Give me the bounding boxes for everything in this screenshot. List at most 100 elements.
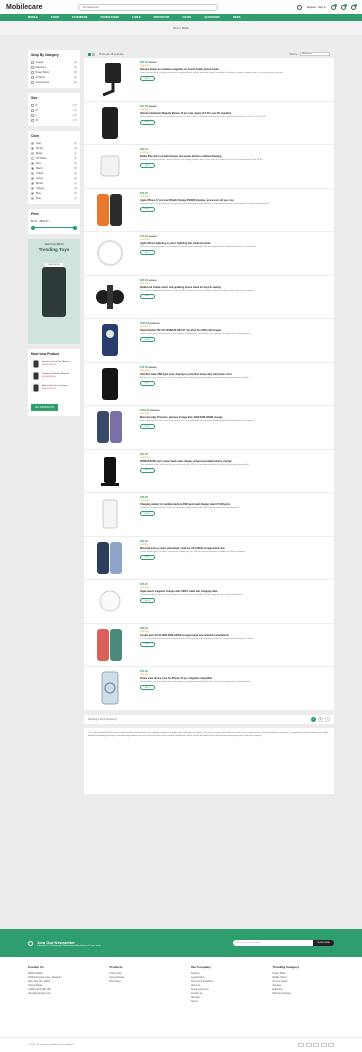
checkbox[interactable] — [31, 76, 34, 79]
product-image[interactable] — [88, 192, 132, 229]
color-swatch[interactable] — [31, 172, 34, 175]
page-link[interactable]: › — [325, 716, 330, 722]
nav-item[interactable]: PROTECTOR — [154, 16, 170, 19]
product-image[interactable] — [88, 583, 132, 620]
color-swatch[interactable] — [31, 182, 34, 185]
product-title[interactable]: OtterBox male USB-Type case, dual layer … — [140, 373, 330, 376]
checkbox[interactable] — [31, 71, 34, 74]
wishlist-icon[interactable] — [341, 3, 347, 10]
nav-item[interactable]: STAND — [51, 16, 59, 19]
footer-link[interactable]: Best sales — [110, 980, 172, 984]
add-to-cart-button[interactable]: ADD — [140, 250, 155, 255]
add-to-cart-button[interactable]: ADD — [140, 380, 155, 386]
checkbox[interactable] — [31, 66, 34, 69]
product-image[interactable] — [88, 105, 132, 142]
product-title[interactable]: Google pixel 9a 5G 8GB RAM 128GB storage… — [140, 634, 330, 637]
search-input[interactable]: All Categories — [78, 3, 218, 11]
page-link[interactable]: 2 — [318, 716, 323, 722]
add-to-cart-button[interactable]: ADD — [140, 76, 155, 81]
product-title[interactable]: Spiderlock mobile stand, anti-grabbing p… — [140, 286, 330, 289]
checkbox[interactable] — [31, 104, 34, 107]
price-slider[interactable] — [31, 225, 77, 230]
add-to-cart-button[interactable]: ADD — [140, 163, 155, 168]
nav-item[interactable]: EXTENDERS — [72, 16, 87, 19]
add-to-cart-button[interactable]: ADD — [140, 206, 155, 212]
list-view-icon[interactable] — [92, 52, 95, 56]
product-image[interactable] — [88, 366, 132, 403]
all-products-button[interactable]: ALL PRODUCTS — [31, 404, 59, 411]
color-swatch[interactable] — [31, 192, 34, 195]
color-swatch[interactable] — [31, 177, 34, 180]
logo[interactable]: Mobilecare — [6, 4, 60, 11]
product-title[interactable]: Belkin 65w usb-C pd wall charger, fast p… — [140, 155, 330, 158]
filter-option[interactable]: Pink (1) — [31, 196, 77, 201]
product-title[interactable]: Apple watch magnetic charger with USB-C … — [140, 590, 330, 593]
most-viewed-item[interactable]: Otterbox Defender Magsafe... $24.00 $40.0… — [31, 371, 77, 380]
nav-item[interactable]: COVER — [182, 16, 191, 19]
color-swatch[interactable] — [31, 142, 34, 145]
product-title[interactable]: Apple iPhone lightning to usb-C lightnin… — [140, 242, 330, 245]
cart-icon[interactable] — [351, 3, 357, 10]
product-image[interactable] — [88, 627, 132, 664]
most-viewed-item[interactable]: Belkin 65w usb-C charger... $29.00 $35.00 — [31, 383, 77, 392]
product-image[interactable] — [88, 148, 132, 185]
add-to-cart-button[interactable]: ADD — [140, 293, 155, 299]
product-title[interactable]: 360MAGSAFE ports power bank solar charge… — [140, 460, 330, 463]
nav-item[interactable]: NEWS — [233, 16, 241, 19]
product-image[interactable] — [88, 322, 132, 359]
product-title[interactable]: Otterbox Defender Magsafe iPhone 15 pro … — [140, 112, 330, 115]
product-title[interactable]: Motorola edge 70 fusion, pantone Voyage … — [140, 416, 330, 419]
checkbox[interactable] — [31, 109, 34, 112]
user-icon[interactable] — [296, 4, 302, 10]
add-to-cart-button[interactable]: ADD — [140, 119, 155, 125]
subscribe-button[interactable]: SUBSCRIBE — [313, 940, 334, 946]
product-image[interactable] — [88, 670, 132, 707]
promo-banner[interactable]: Start From $9.99 Trending Toys SHOP NOW — [28, 239, 80, 344]
product-title[interactable]: Frame clear phone case for iPhone 15 pro… — [140, 677, 330, 680]
nav-item[interactable]: CABLE — [132, 16, 141, 19]
product-image[interactable] — [88, 409, 132, 446]
product-image[interactable] — [88, 453, 132, 490]
add-to-cart-button[interactable]: ADD — [140, 467, 155, 473]
sort-select[interactable]: Relevance — [300, 52, 330, 56]
add-to-cart-button[interactable]: ADD — [140, 685, 155, 690]
newsletter-email-input[interactable]: Enter your email address — [233, 940, 314, 946]
checkbox[interactable] — [31, 61, 34, 64]
color-swatch[interactable] — [31, 157, 34, 160]
nav-item[interactable]: MOBILE — [28, 16, 38, 19]
compare-icon[interactable] — [331, 3, 337, 10]
product-image[interactable] — [88, 540, 132, 577]
product-title[interactable]: Apple iPhone 17 pro max (Bright Orange 2… — [140, 199, 330, 202]
product-image[interactable] — [88, 61, 132, 98]
filter-option[interactable]: XL (17) — [31, 118, 77, 123]
add-to-cart-button[interactable]: ADD — [140, 424, 155, 429]
add-to-cart-button[interactable]: ADD — [140, 511, 155, 516]
checkbox[interactable] — [31, 119, 34, 122]
account-link[interactable]: Register / Sign In — [307, 6, 326, 9]
filter-option[interactable]: Accessories (6) — [31, 80, 77, 85]
add-to-cart-button[interactable]: ADD — [140, 641, 155, 647]
product-title[interactable]: Motorola moto g stylus (unlocked), made … — [140, 547, 330, 550]
footer-link[interactable]: Wireless Charger — [273, 992, 335, 996]
grid-view-icon[interactable] — [88, 52, 91, 56]
checkbox[interactable] — [31, 114, 34, 117]
page-link[interactable]: 1 — [311, 716, 316, 722]
footer-link[interactable]: demo@example.com — [28, 992, 90, 996]
add-to-cart-button[interactable]: ADD — [140, 598, 155, 603]
color-swatch[interactable] — [31, 197, 34, 200]
product-title[interactable]: Charging station for multiple devices 60… — [140, 503, 330, 506]
product-image[interactable] — [88, 235, 132, 272]
nav-item[interactable]: ACCESSORY — [204, 16, 220, 19]
add-to-cart-button[interactable]: ADD — [140, 337, 155, 342]
color-swatch[interactable] — [31, 152, 34, 155]
color-swatch[interactable] — [31, 162, 34, 165]
product-image[interactable] — [88, 279, 132, 316]
most-viewed-item[interactable]: Suzume Ocean Pro Wireless... $25.00 $30.0… — [31, 359, 77, 368]
nav-item[interactable]: POWER STAND — [100, 16, 119, 19]
footer-link[interactable]: Stores — [191, 1000, 253, 1004]
color-swatch[interactable] — [31, 147, 34, 150]
add-to-cart-button[interactable]: ADD — [140, 554, 155, 560]
product-image[interactable] — [88, 496, 132, 533]
product-title[interactable]: Xiaomi Redmi 15C 5G 32GB/128 GB 6.9" dot… — [140, 329, 330, 332]
color-swatch[interactable] — [31, 187, 34, 190]
